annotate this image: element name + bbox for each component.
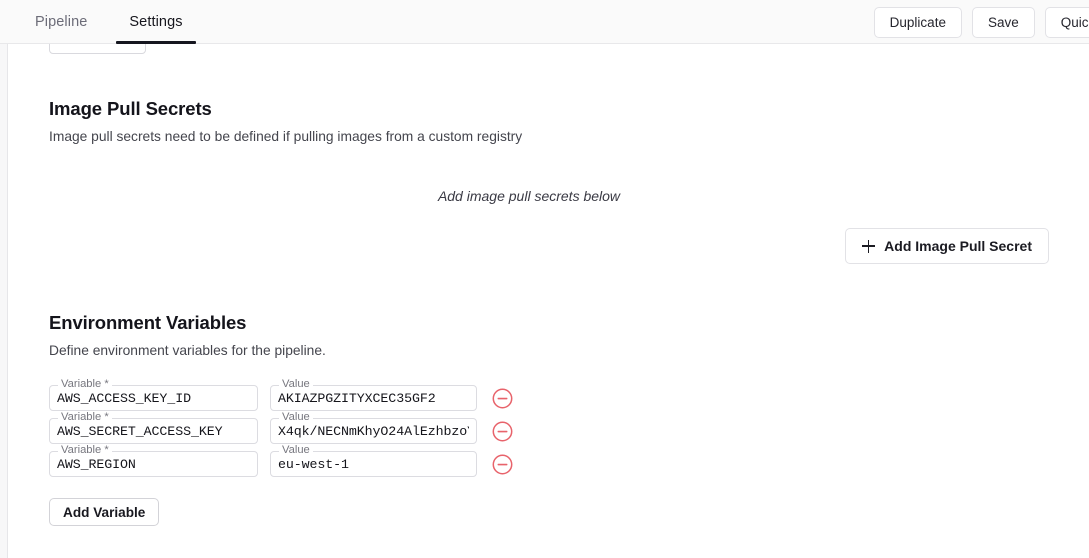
environment-variables-section: Environment Variables Define environment… — [9, 312, 1089, 526]
minus-circle-icon — [492, 421, 513, 442]
minus-circle-icon — [492, 388, 513, 409]
tab-pipeline-label: Pipeline — [35, 14, 88, 30]
minus-circle-icon — [492, 454, 513, 475]
add-image-pull-secret-button[interactable]: Add Image Pull Secret — [845, 228, 1049, 264]
settings-content: Image Pull Secrets Image pull secrets ne… — [9, 45, 1089, 558]
add-variable-button[interactable]: Add Variable — [49, 498, 160, 526]
env-var-variable-field: Variable * — [49, 378, 258, 411]
image-pull-secrets-title: Image Pull Secrets — [49, 98, 212, 119]
env-var-variable-label: Variable * — [58, 444, 112, 456]
env-var-variable-label: Variable * — [58, 378, 112, 390]
tab-settings[interactable]: Settings — [108, 0, 203, 44]
env-var-variable-field: Variable * — [49, 444, 258, 477]
tab-bar: Pipeline Settings — [0, 0, 204, 44]
environment-variables-list: Variable * Value — [49, 378, 1049, 477]
settings-page: Pipeline Settings Duplicate Save Quick T… — [0, 0, 1089, 558]
env-var-value-label: Value — [279, 378, 313, 390]
left-gutter — [0, 44, 8, 558]
environment-variables-description: Define environment variables for the pip… — [49, 343, 326, 358]
image-pull-secrets-actions: Add Image Pull Secret — [49, 228, 1049, 264]
env-var-value-label: Value — [279, 411, 313, 423]
env-var-variable-label: Variable * — [58, 411, 112, 423]
env-var-value-field: Value — [270, 411, 477, 444]
save-button[interactable]: Save — [971, 6, 1035, 38]
quick-actions-button[interactable]: Quick T — [1044, 6, 1089, 38]
env-var-row: Variable * Value — [49, 411, 1049, 444]
tab-settings-label: Settings — [129, 14, 183, 30]
environment-variables-title: Environment Variables — [49, 312, 247, 333]
image-pull-secrets-description: Image pull secrets need to be defined if… — [49, 129, 523, 144]
page-header: Pipeline Settings Duplicate Save Quick T — [0, 0, 1089, 44]
remove-env-var-button[interactable] — [492, 454, 513, 475]
tab-pipeline[interactable]: Pipeline — [14, 0, 108, 44]
env-var-value-label: Value — [279, 444, 313, 456]
env-var-row: Variable * Value — [49, 444, 1049, 477]
remove-env-var-button[interactable] — [492, 388, 513, 409]
remove-env-var-button[interactable] — [492, 421, 513, 442]
image-pull-secrets-section: Image Pull Secrets Image pull secrets ne… — [9, 98, 1089, 264]
add-image-pull-secret-label: Add Image Pull Secret — [884, 238, 1032, 254]
env-var-value-field: Value — [270, 378, 477, 411]
duplicate-button[interactable]: Duplicate — [873, 6, 962, 38]
env-var-row: Variable * Value — [49, 378, 1049, 411]
env-var-value-field: Value — [270, 444, 477, 477]
plus-icon — [862, 239, 876, 253]
env-var-variable-field: Variable * — [49, 411, 258, 444]
image-pull-secrets-empty-hint: Add image pull secrets below — [437, 188, 621, 204]
header-actions: Duplicate Save Quick T — [873, 0, 1089, 44]
